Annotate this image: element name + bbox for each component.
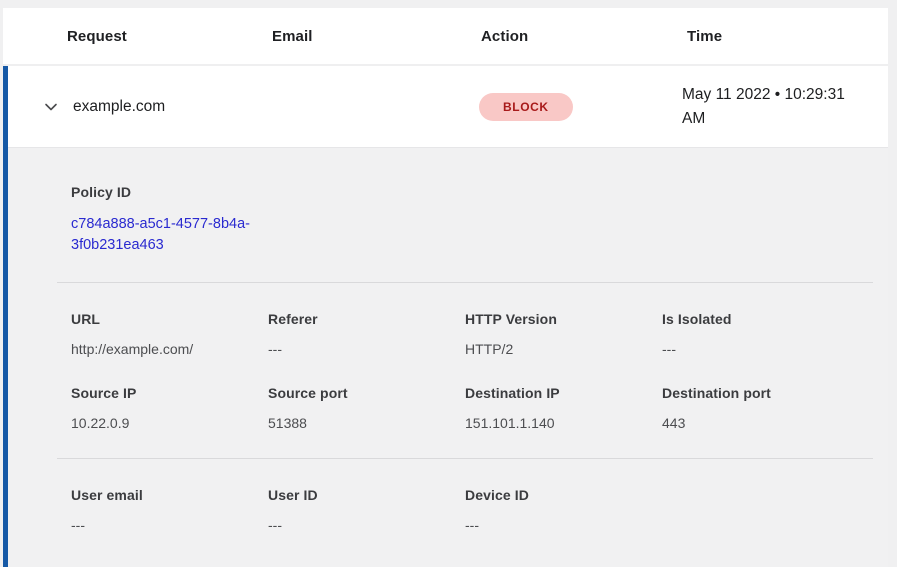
field-value: ---	[268, 517, 465, 533]
field-label: User ID	[268, 487, 465, 503]
action-block-badge: BLOCK	[479, 93, 573, 121]
column-header-request: Request	[67, 28, 272, 45]
field-device-id: Device ID ---	[465, 487, 662, 533]
field-referer: Referer ---	[268, 311, 465, 357]
field-value: ---	[71, 517, 268, 533]
field-value: 51388	[268, 415, 465, 431]
field-value: HTTP/2	[465, 341, 662, 357]
field-user-id: User ID ---	[268, 487, 465, 533]
table-header-row: Request Email Action Time	[3, 8, 888, 66]
field-label: Device ID	[465, 487, 662, 503]
column-header-action: Action	[481, 28, 687, 45]
chevron-down-icon	[43, 99, 59, 115]
field-value: ---	[662, 341, 859, 357]
expanded-log-entry: example.com BLOCK May 11 2022 • 10:29:31…	[3, 66, 888, 567]
request-log-page: Request Email Action Time example.com B	[0, 0, 897, 567]
column-header-email: Email	[272, 28, 481, 45]
field-label: Is Isolated	[662, 311, 859, 327]
request-log-table: Request Email Action Time example.com B	[3, 8, 888, 567]
detail-field-row: URL http://example.com/ Referer --- HTTP…	[71, 311, 873, 357]
time-cell: May 11 2022 • 10:29:31 AM	[682, 83, 852, 131]
column-header-time: Time	[687, 28, 888, 45]
field-label: URL	[71, 311, 268, 327]
field-is-isolated: Is Isolated ---	[662, 311, 859, 357]
field-source-port: Source port 51388	[268, 385, 465, 431]
policy-id-label: Policy ID	[71, 184, 873, 200]
field-value: 151.101.1.140	[465, 415, 662, 431]
field-destination-port: Destination port 443	[662, 385, 859, 431]
collapse-row-button[interactable]	[41, 97, 61, 117]
field-destination-ip: Destination IP 151.101.1.140	[465, 385, 662, 431]
policy-id-link[interactable]: c784a888-a5c1-4577-8b4a-3f0b231ea463	[71, 214, 271, 256]
field-label: Destination IP	[465, 385, 662, 401]
table-row[interactable]: example.com BLOCK May 11 2022 • 10:29:31…	[8, 66, 888, 147]
field-http-version: HTTP Version HTTP/2	[465, 311, 662, 357]
detail-field-row: User email --- User ID --- Device ID ---	[71, 487, 873, 533]
field-user-email: User email ---	[71, 487, 268, 533]
field-url: URL http://example.com/	[71, 311, 268, 357]
field-value: 443	[662, 415, 859, 431]
field-value: 10.22.0.9	[71, 415, 268, 431]
section-divider	[57, 282, 873, 283]
field-label: User email	[71, 487, 268, 503]
field-label: Source IP	[71, 385, 268, 401]
field-value: ---	[268, 341, 465, 357]
field-value: http://example.com/	[71, 341, 268, 357]
field-label: HTTP Version	[465, 311, 662, 327]
request-cell: example.com	[67, 98, 267, 116]
field-label: Destination port	[662, 385, 859, 401]
field-value: ---	[465, 517, 662, 533]
policy-id-section: Policy ID c784a888-a5c1-4577-8b4a-3f0b23…	[71, 184, 873, 256]
section-divider	[57, 458, 873, 459]
detail-field-row: Source IP 10.22.0.9 Source port 51388 De…	[71, 385, 873, 431]
field-label: Source port	[268, 385, 465, 401]
field-empty	[662, 487, 859, 533]
field-source-ip: Source IP 10.22.0.9	[71, 385, 268, 431]
request-detail-panel: Policy ID c784a888-a5c1-4577-8b4a-3f0b23…	[8, 147, 888, 567]
field-label: Referer	[268, 311, 465, 327]
